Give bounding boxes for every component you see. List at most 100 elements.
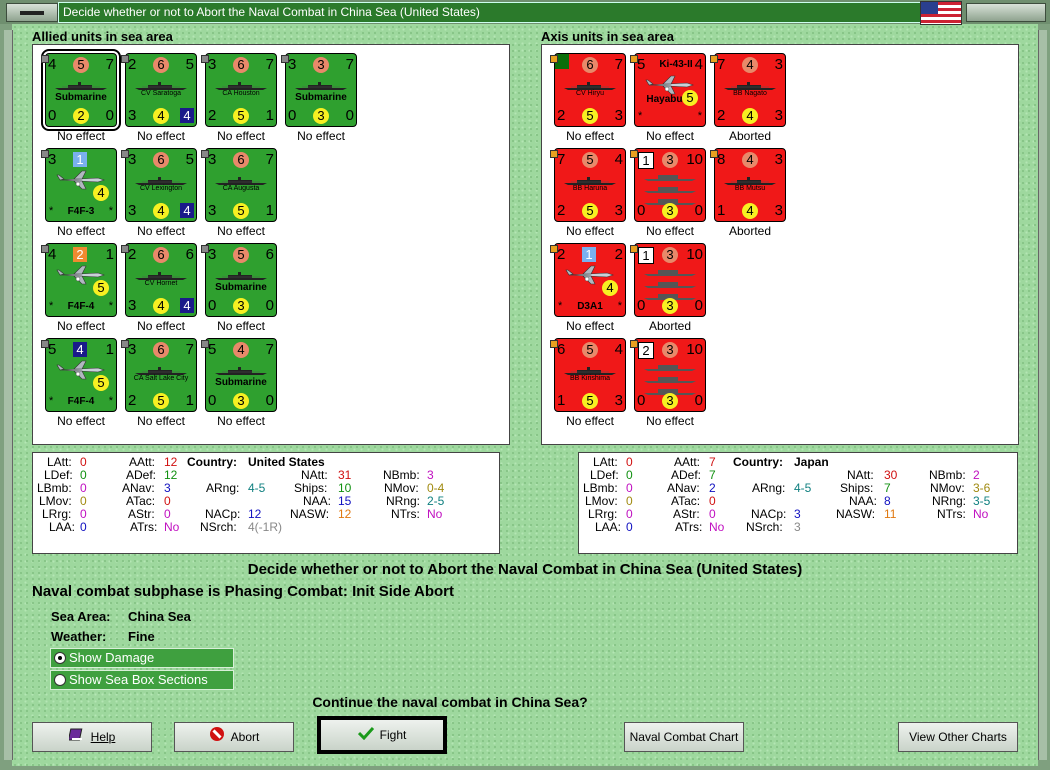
fight-button[interactable]: Fight: [317, 716, 447, 754]
counter-bottom-left-value: *: [638, 110, 643, 122]
counter-bottom-left-value: 3: [128, 297, 137, 314]
counter-top-center-value: 1: [73, 152, 87, 167]
unit-counter[interactable]: 3 6 5 Submarine 0 3 0: [205, 243, 277, 317]
abort-button[interactable]: Abort: [174, 722, 294, 752]
unit-counter[interactable]: 4 7 5 Submarine 0 2 0: [41, 49, 121, 131]
transport-fleet-icon: [642, 359, 698, 395]
allied-nasw: 12: [338, 507, 352, 521]
unit-counter[interactable]: 2 2 1 D3A1 * * 4: [554, 243, 626, 317]
unit-status-text: No effect: [137, 414, 185, 428]
counter-top-left-value: 6: [557, 341, 566, 358]
allied-unit[interactable]: 3 5 6 CV Lexington 3 4 4 No effect: [121, 148, 201, 243]
counter-top-center-value: 6: [153, 152, 169, 168]
axis-atrs: No: [709, 520, 725, 534]
window-control-button[interactable]: [966, 3, 1046, 22]
allied-unit[interactable]: 3 7 3 Submarine 0 3 0 No effect: [281, 53, 361, 148]
checkmark-icon: [357, 721, 374, 751]
axis-unit[interactable]: 10 2 3 0 3 0 No effect: [630, 338, 710, 433]
counter-bottom-left-value: 0: [208, 297, 217, 314]
allied-unit[interactable]: 2 6 6 CV Hornet 3 4 4 No effect: [121, 243, 201, 338]
counter-bottom-right-value: *: [617, 300, 622, 312]
unit-marker-icon: [41, 150, 49, 158]
unit-marker-icon: [630, 340, 638, 348]
allied-unit[interactable]: 3 7 6 CA Augusta 3 5 1 No effect: [201, 148, 281, 243]
unit-counter[interactable]: 2 5 6 CV Saratoga 3 4 4: [125, 53, 197, 127]
axis-unit[interactable]: 7 3 4 BB Nagato 2 4 3 Aborted: [710, 53, 790, 148]
counter-top-right-value: 7: [614, 56, 623, 73]
allied-unit[interactable]: 3 7 6 CA Houston 2 5 1 No effect: [201, 53, 281, 148]
counter-bottom-left-value: 3: [128, 107, 137, 124]
book-icon: [67, 724, 85, 752]
axis-unit[interactable]: 8 3 4 BB Mutsu 1 4 3 Aborted: [710, 148, 790, 243]
allied-unit[interactable]: 5 7 4 Submarine 0 3 0 No effect: [201, 338, 281, 433]
unit-status-text: No effect: [217, 129, 265, 143]
axis-unit[interactable]: 2 2 1 D3A1 * * 4 No effect: [550, 243, 630, 338]
unit-counter[interactable]: 5 4 Ki-43-II Hayabusa * * 5: [634, 53, 706, 127]
unit-counter[interactable]: 6 4 5 BB Kirishima 1 5 3: [554, 338, 626, 412]
unit-counter[interactable]: 10 1 3 0 3 0: [634, 243, 706, 317]
axis-unit[interactable]: 6 4 5 BB Kirishima 1 5 3 No effect: [550, 338, 630, 433]
submarine-icon: [294, 78, 348, 90]
unit-status-text: No effect: [566, 414, 614, 428]
allied-unit[interactable]: 3 6 5 Submarine 0 3 0 No effect: [201, 243, 281, 338]
allied-unit[interactable]: 5 1 4 F4F-4 * * 5 No effect: [41, 338, 121, 433]
unit-counter[interactable]: 8 3 4 BB Mutsu 1 4 3: [714, 148, 786, 222]
allied-unit[interactable]: 4 7 5 Submarine 0 2 0 No effect: [41, 49, 121, 148]
allied-unit[interactable]: 3 7 6 CA Salt Lake City 2 5 1 No effect: [121, 338, 201, 433]
unit-counter[interactable]: 4 1 2 F4F-4 * * 5: [45, 243, 117, 317]
allied-unit[interactable]: 2 5 6 CV Saratoga 3 4 4 No effect: [121, 53, 201, 148]
close-window-button[interactable]: [6, 3, 58, 22]
unit-status-text: No effect: [57, 224, 105, 238]
counter-bottom-left-value: *: [49, 300, 54, 312]
axis-unit[interactable]: 10 1 3 0 3 0 Aborted: [630, 243, 710, 338]
counter-top-right-value: 7: [265, 56, 274, 73]
naval-combat-chart-button[interactable]: Naval Combat Chart: [624, 722, 744, 752]
close-icon: [20, 11, 44, 15]
counter-top-right-value: 10: [686, 246, 703, 263]
unit-counter[interactable]: 10 1 3 0 3 0: [634, 148, 706, 222]
unit-counter[interactable]: 3 5 6 CV Lexington 3 4 4: [125, 148, 197, 222]
unit-marker-icon: [201, 245, 209, 253]
unit-counter[interactable]: 7 4 5 BB Haruna 2 5 3: [554, 148, 626, 222]
axis-unit[interactable]: 7 4 5 BB Haruna 2 5 3 No effect: [550, 148, 630, 243]
unit-counter[interactable]: 2 6 6 CV Hornet 3 4 4: [125, 243, 197, 317]
view-other-charts-button[interactable]: View Other Charts: [898, 722, 1018, 752]
show-sea-box-sections-radio[interactable]: Show Sea Box Sections: [50, 670, 234, 690]
allied-unit[interactable]: 3 1 F4F-3 * * 4 No effect: [41, 148, 121, 243]
help-label: Help: [90, 730, 116, 744]
allied-stats-panel: LAtt: 0 LDef: 0 LBmb: 0 LMov: 0 LRrg: 0 LAA: 0…: [32, 452, 500, 554]
axis-unit[interactable]: 276CV Hiryu253No effect: [550, 53, 630, 148]
unit-status-text: No effect: [217, 414, 265, 428]
unit-counter[interactable]: 7 3 4 BB Nagato 2 4 3: [714, 53, 786, 127]
unit-counter[interactable]: 3 1 F4F-3 * * 4: [45, 148, 117, 222]
unit-status-text: No effect: [57, 129, 105, 143]
unit-name: Submarine: [215, 282, 267, 293]
counter-bottom-center-value: 2: [73, 108, 89, 124]
axis-unit[interactable]: 10 1 3 0 3 0 No effect: [630, 148, 710, 243]
axis-nasw: 11: [884, 507, 897, 521]
unit-counter[interactable]: 5 7 4 Submarine 0 3 0: [205, 338, 277, 412]
counter-bottom-center-value: 5: [233, 203, 249, 219]
counter-top-left-value: 8: [717, 151, 726, 168]
unit-counter[interactable]: 5 1 4 F4F-4 * * 5: [45, 338, 117, 412]
window-title: Decide whether or not to Abort the Naval…: [58, 2, 924, 23]
axis-unit[interactable]: 5 4 Ki-43-II Hayabusa * * 5 No effect: [630, 53, 710, 148]
unit-name: CA Salt Lake City: [133, 375, 189, 382]
unit-status-text: No effect: [297, 129, 345, 143]
allied-unit[interactable]: 4 1 2 F4F-4 * * 5 No effect: [41, 243, 121, 338]
counter-top-center-value: 3: [662, 152, 678, 168]
unit-marker-icon: [281, 55, 289, 63]
counter-bottom-right-value: 1: [265, 202, 274, 219]
unit-counter[interactable]: 3 7 6 CA Salt Lake City 2 5 1: [125, 338, 197, 412]
unit-counter[interactable]: 3 7 6 CA Augusta 3 5 1: [205, 148, 277, 222]
unit-counter[interactable]: 3 7 6 CA Houston 2 5 1: [205, 53, 277, 127]
counter-bottom-right-value: 4: [180, 108, 194, 123]
unit-counter[interactable]: 276CV Hiryu253: [554, 53, 626, 127]
unit-counter[interactable]: 10 2 3 0 3 0: [634, 338, 706, 412]
unit-counter[interactable]: 3 7 3 Submarine 0 3 0: [285, 53, 357, 127]
counter-top-right-value: 1: [105, 246, 114, 263]
help-button[interactable]: Help: [32, 722, 152, 752]
show-damage-radio[interactable]: Show Damage: [50, 648, 234, 668]
unit-status-text: Aborted: [728, 129, 772, 143]
unit-name: CV Lexington: [139, 185, 183, 192]
